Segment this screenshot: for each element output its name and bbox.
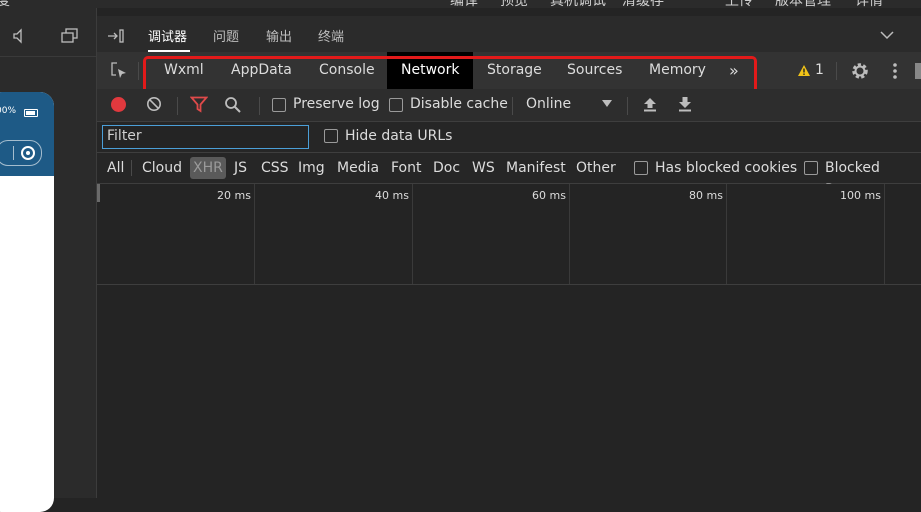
clear-icon[interactable] xyxy=(146,96,162,112)
top-menu-upload[interactable]: 上传 xyxy=(725,0,753,8)
has-blocked-cookies-checkbox[interactable] xyxy=(634,161,648,175)
dropdown-arrow-icon[interactable] xyxy=(602,100,612,108)
type-all[interactable]: All xyxy=(105,157,126,179)
filter-box[interactable] xyxy=(102,125,309,149)
devtools-header: 调试器 问题 输出 终端 xyxy=(97,16,921,52)
timeline-tick: 80 ms xyxy=(689,189,723,202)
top-menu-version[interactable]: 版本管理 xyxy=(775,0,831,8)
resource-type-row: All Cloud XHR JS CSS Img Media Font Doc … xyxy=(97,153,921,198)
type-media[interactable]: Media xyxy=(335,157,381,179)
type-doc[interactable]: Doc xyxy=(431,157,462,179)
top-menu-compile[interactable]: 编译 xyxy=(450,0,478,8)
window-copy-icon[interactable] xyxy=(61,28,79,44)
volume-icon[interactable] xyxy=(12,28,28,44)
close-mini-program-icon[interactable] xyxy=(21,146,35,160)
blocked-requests-label[interactable]: Blocked Reque xyxy=(823,157,921,198)
type-img[interactable]: Img xyxy=(296,157,327,179)
timeline-tick: 60 ms xyxy=(532,189,566,202)
filter-row: Hide data URLs xyxy=(97,122,921,153)
type-font[interactable]: Font xyxy=(389,157,423,179)
network-toolbar: Preserve log Disable cache Online xyxy=(97,89,921,122)
has-blocked-cookies-label[interactable]: Has blocked cookies xyxy=(653,157,799,179)
disable-cache-label[interactable]: Disable cache xyxy=(410,96,508,112)
type-xhr[interactable]: XHR xyxy=(190,157,226,179)
capsule-button[interactable] xyxy=(0,140,42,166)
timeline-overview[interactable]: 20 ms 40 ms 60 ms 80 ms 100 ms xyxy=(97,184,921,285)
hide-data-urls-checkbox[interactable] xyxy=(324,129,338,143)
hide-data-urls-label[interactable]: Hide data URLs xyxy=(345,128,452,144)
top-menu-preview[interactable]: 预览 xyxy=(500,0,528,8)
simulator-toolbar xyxy=(0,16,96,57)
inspect-element-icon[interactable] xyxy=(109,61,129,81)
request-list-area[interactable] xyxy=(97,285,921,498)
gear-icon[interactable] xyxy=(850,61,870,81)
battery-percent: 00% xyxy=(0,106,17,116)
throttling-select[interactable]: Online xyxy=(526,96,571,112)
top-menu-partial: 度 xyxy=(0,0,10,8)
search-icon[interactable] xyxy=(224,96,242,114)
export-har-icon[interactable] xyxy=(678,96,692,112)
phone-nav-bar: 00% xyxy=(0,92,54,176)
import-har-icon[interactable] xyxy=(643,96,657,112)
battery-icon xyxy=(24,109,38,117)
blocked-requests-checkbox[interactable] xyxy=(804,161,818,175)
warning-count[interactable]: 1 xyxy=(815,62,824,78)
warning-icon[interactable] xyxy=(797,64,811,77)
type-manifest[interactable]: Manifest xyxy=(504,157,568,179)
phone-preview[interactable]: 00% xyxy=(0,92,54,512)
type-cloud[interactable]: Cloud xyxy=(140,157,184,179)
timeline-tick: 40 ms xyxy=(375,189,409,202)
timeline-tick: 20 ms xyxy=(217,189,251,202)
tab-terminal[interactable]: 终端 xyxy=(318,26,344,45)
tab-debugger[interactable]: 调试器 xyxy=(148,26,187,45)
more-options-icon[interactable] xyxy=(892,61,898,81)
preserve-log-checkbox[interactable] xyxy=(272,98,286,112)
type-css[interactable]: CSS xyxy=(259,157,291,179)
record-icon[interactable] xyxy=(111,97,126,112)
top-menu-details[interactable]: 详情 xyxy=(855,0,883,8)
panel-edge xyxy=(915,63,921,79)
type-ws[interactable]: WS xyxy=(470,157,497,179)
dock-toggle-icon[interactable] xyxy=(107,28,125,44)
top-menu-bar: 度 编译 预览 真机调试 清缓存 上传 版本管理 详情 xyxy=(0,0,921,8)
tab-output[interactable]: 输出 xyxy=(266,26,292,45)
type-js[interactable]: JS xyxy=(232,157,249,179)
filter-icon[interactable] xyxy=(190,96,208,113)
top-menu-clear-cache[interactable]: 清缓存 xyxy=(622,0,664,8)
timeline-tick: 100 ms xyxy=(840,189,881,202)
type-other[interactable]: Other xyxy=(574,157,618,179)
tab-issues[interactable]: 问题 xyxy=(213,26,239,45)
filter-input[interactable] xyxy=(103,126,307,146)
preserve-log-label[interactable]: Preserve log xyxy=(293,96,380,112)
chevron-down-icon[interactable] xyxy=(880,30,894,40)
disable-cache-checkbox[interactable] xyxy=(389,98,403,112)
top-menu-device-debug[interactable]: 真机调试 xyxy=(550,0,606,8)
